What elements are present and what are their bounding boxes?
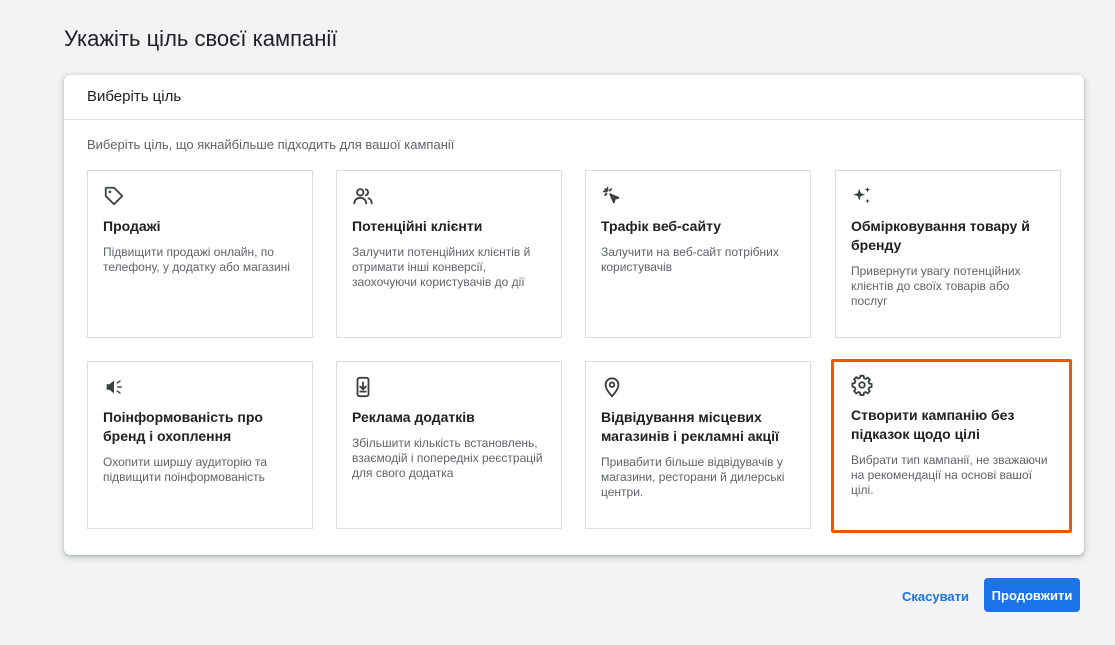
goal-card-website-traffic[interactable]: Трафік веб-сайту Залучити на веб-сайт по… — [585, 170, 811, 338]
goal-card-description: Охопити ширшу аудиторію та підвищити поі… — [103, 455, 268, 484]
sparkle-icon — [851, 185, 875, 209]
cursor-click-icon — [601, 185, 625, 209]
goal-card-title: Реклама додатків — [352, 409, 475, 425]
people-icon — [352, 185, 376, 209]
goal-card-sales[interactable]: Продажі Підвищити продажі онлайн, по тел… — [87, 170, 313, 338]
goal-card-description: Привабити більше відвідувачів у магазини… — [601, 455, 785, 499]
panel-subtitle: Виберіть ціль, що якнайбільше підходить … — [87, 137, 455, 152]
goal-card-product-brand-consideration[interactable]: Обмірковування товару й бренду Привернут… — [835, 170, 1061, 338]
goal-card-local-store-visits[interactable]: Відвідування місцевих магазинів і реклам… — [585, 361, 811, 529]
megaphone-icon — [103, 376, 127, 400]
goal-card-brand-awareness-reach[interactable]: Поінформованість про бренд і охоплення О… — [87, 361, 313, 529]
tag-icon — [103, 185, 127, 209]
gear-icon — [851, 374, 875, 398]
goal-card-description: Збільшити кількість встановлень, взаємод… — [352, 436, 543, 480]
goal-card-description: Підвищити продажі онлайн, по телефону, у… — [103, 245, 290, 274]
page-title: Укажіть ціль своєї кампанії — [64, 26, 338, 51]
goal-card-leads[interactable]: Потенційні клієнти Залучити потенційних … — [336, 170, 562, 338]
panel-header: Виберіть ціль — [64, 75, 1084, 120]
phone-download-icon — [352, 376, 376, 400]
goal-card-description: Вибрати тип кампанії, не зважаючи на рек… — [851, 453, 1048, 497]
goal-card-description: Залучити потенційних клієнтів й отримати… — [352, 245, 531, 289]
goal-card-title: Потенційні клієнти — [352, 218, 483, 234]
goal-selection-panel: Виберіть ціль Виберіть ціль, що якнайбіл… — [64, 75, 1084, 555]
goal-card-title: Обмірковування товару й бренду — [851, 218, 1030, 253]
location-pin-icon — [601, 376, 625, 400]
goal-card-no-goal-guidance[interactable]: Створити кампанію без підказок щодо цілі… — [831, 359, 1072, 533]
cancel-button[interactable]: Скасувати — [892, 580, 979, 612]
goal-card-description: Привернути увагу потенційних клієнтів до… — [851, 264, 1021, 308]
goal-card-title: Продажі — [103, 218, 161, 234]
goal-card-app-promotion[interactable]: Реклама додатків Збільшити кількість вст… — [336, 361, 562, 529]
goal-card-title: Поінформованість про бренд і охоплення — [103, 409, 263, 444]
goal-card-title: Трафік веб-сайту — [601, 218, 722, 234]
goal-card-title: Створити кампанію без підказок щодо цілі — [851, 407, 1015, 442]
goal-card-description: Залучити на веб-сайт потрібних користува… — [601, 245, 779, 274]
goal-card-title: Відвідування місцевих магазинів і реклам… — [601, 409, 779, 444]
continue-button[interactable]: Продовжити — [984, 578, 1080, 612]
